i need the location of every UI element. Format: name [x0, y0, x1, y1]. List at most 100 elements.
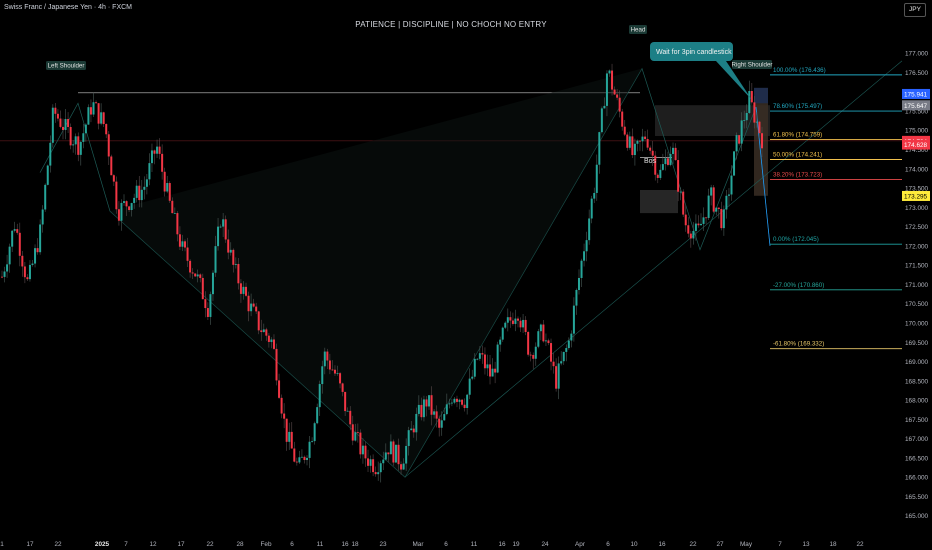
candle [593, 192, 596, 199]
candle [92, 102, 95, 115]
candle [384, 452, 387, 460]
candle [636, 140, 639, 144]
candle [64, 119, 67, 131]
candle [6, 264, 9, 272]
candle [123, 201, 126, 203]
candle [504, 322, 507, 328]
candle [176, 213, 179, 235]
candle [270, 339, 273, 342]
candle [290, 431, 293, 449]
candle [677, 160, 680, 192]
candle [265, 329, 268, 336]
candle [585, 240, 588, 252]
candle [318, 384, 321, 408]
candle [672, 147, 675, 154]
candle [743, 120, 746, 122]
candle [267, 335, 270, 342]
candle [339, 373, 342, 384]
candle [710, 187, 713, 196]
x-tick-label: 7 [778, 541, 782, 548]
candle [21, 255, 24, 267]
candle [730, 175, 733, 195]
candle [430, 395, 433, 415]
y-tick-label: 170.000 [905, 320, 929, 327]
candle [478, 353, 481, 359]
candle [382, 459, 385, 464]
candle [41, 209, 44, 225]
candle [31, 263, 34, 265]
supply-zone [655, 105, 770, 137]
x-tick-label: 17 [177, 541, 185, 548]
candle [661, 164, 664, 170]
candle [717, 207, 720, 210]
candle [496, 344, 499, 373]
candle [166, 183, 169, 192]
candle [219, 226, 222, 228]
candle [562, 351, 565, 362]
candle [247, 295, 250, 312]
candle [26, 277, 29, 280]
fib-level-label: -27.00% (170.860) [773, 282, 824, 289]
candle [575, 290, 578, 306]
candle [46, 165, 49, 185]
price-axis: 165.000 165.500 166.000 166.500 167.000 167.5… [902, 51, 930, 520]
candle [590, 198, 593, 219]
candle [707, 195, 710, 218]
candle [638, 140, 641, 142]
x-tick-label: 22 [689, 541, 697, 548]
candle [115, 181, 118, 210]
candle [433, 411, 436, 415]
candle [537, 331, 540, 347]
candle [112, 175, 115, 182]
candle [125, 201, 128, 207]
candle [161, 153, 164, 172]
x-tick-label: 19 [512, 541, 520, 548]
candle [603, 105, 606, 109]
candle [570, 333, 573, 341]
candle [135, 185, 138, 198]
candle [735, 135, 738, 152]
price-chart[interactable]: 100.00% (176.436) 78.60% (175.497) 61.80% … [0, 0, 932, 550]
candle [283, 413, 286, 419]
candle [440, 420, 443, 428]
candle [750, 91, 753, 103]
candle [646, 139, 649, 148]
candle [303, 456, 306, 461]
candle [344, 391, 347, 412]
candle [461, 399, 464, 405]
candle [466, 394, 469, 408]
candle [69, 126, 72, 146]
candle [148, 163, 151, 180]
candle [473, 358, 476, 377]
candle [102, 112, 105, 125]
candle [153, 150, 156, 154]
candle [387, 452, 390, 455]
candle [1, 276, 3, 278]
x-tick-label: 10 [630, 541, 638, 548]
candle [501, 327, 504, 340]
candle [184, 241, 187, 248]
candle [328, 360, 331, 370]
candle [191, 272, 194, 274]
fib-level-label: 50.00% (174.241) [773, 151, 822, 158]
y-tick-label: 177.000 [905, 51, 929, 58]
candle [644, 136, 647, 140]
candle [428, 395, 431, 407]
candle [516, 318, 519, 321]
candle [555, 366, 558, 389]
candle [392, 441, 395, 463]
candle [224, 219, 227, 240]
x-tick-label: 24 [541, 541, 549, 548]
candle [189, 260, 192, 273]
candle [89, 107, 92, 115]
candle [641, 136, 644, 142]
candle [49, 142, 52, 166]
candle [524, 319, 527, 332]
candle [120, 202, 123, 221]
candle [481, 353, 484, 355]
candle [463, 404, 466, 408]
candle [394, 444, 397, 463]
candle [605, 73, 608, 106]
candle [529, 354, 532, 356]
candle [580, 260, 583, 278]
